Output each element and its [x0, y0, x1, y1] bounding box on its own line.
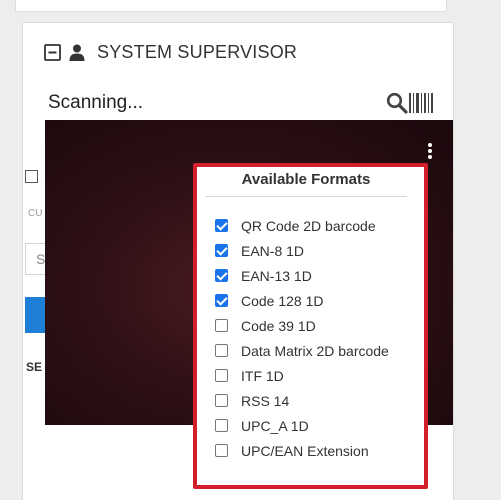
format-option[interactable]: EAN-8 1D: [215, 238, 420, 263]
barcode-icon[interactable]: [409, 93, 433, 113]
checkbox-unchecked[interactable]: [215, 444, 228, 457]
format-label: UPC_A 1D: [241, 417, 309, 434]
format-option[interactable]: UPC/EAN Extension: [215, 438, 420, 463]
checkbox-checked[interactable]: [215, 219, 228, 232]
format-label: UPC/EAN Extension: [241, 442, 369, 459]
format-option[interactable]: Code 128 1D: [215, 288, 420, 313]
format-list: QR Code 2D barcode EAN-8 1D EAN-13 1D Code …: [215, 213, 420, 463]
checkbox-checked[interactable]: [215, 269, 228, 282]
background-select[interactable]: S: [25, 243, 47, 275]
format-label: QR Code 2D barcode: [241, 217, 376, 234]
checkbox-unchecked[interactable]: [215, 419, 228, 432]
background-primary-button[interactable]: [25, 297, 45, 333]
background-select-value: S: [36, 251, 46, 267]
format-option[interactable]: Code 39 1D: [215, 313, 420, 338]
minus-square-icon[interactable]: [44, 43, 61, 61]
format-label: RSS 14: [241, 392, 290, 409]
format-option[interactable]: EAN-13 1D: [215, 263, 420, 288]
user-icon: [69, 44, 85, 61]
card-header: SYSTEM SUPERVISOR: [44, 38, 297, 66]
scanner-toolbar: Scanning...: [48, 90, 434, 118]
previous-card-edge: [15, 0, 447, 12]
format-label: Code 128 1D: [241, 292, 324, 309]
card-title: SYSTEM SUPERVISOR: [97, 41, 298, 62]
format-label: ITF 1D: [241, 367, 284, 384]
background-section-label: SE: [26, 360, 43, 374]
checkbox-checked[interactable]: [215, 294, 228, 307]
checkbox-unchecked[interactable]: [215, 319, 228, 332]
format-label: Data Matrix 2D barcode: [241, 342, 389, 359]
format-option[interactable]: QR Code 2D barcode: [215, 213, 420, 238]
checkbox-unchecked[interactable]: [215, 394, 228, 407]
available-formats-panel: Available Formats QR Code 2D barcode EAN-…: [197, 167, 424, 485]
background-field-label: CU: [28, 208, 43, 219]
checkbox-unchecked[interactable]: [215, 369, 228, 382]
format-label: EAN-8 1D: [241, 242, 305, 259]
scanning-status: Scanning...: [48, 92, 144, 113]
kebab-menu-icon[interactable]: [427, 143, 433, 160]
search-icon[interactable]: [386, 92, 408, 114]
panel-title: Available Formats: [205, 171, 407, 197]
format-option[interactable]: RSS 14: [215, 388, 420, 413]
format-option[interactable]: UPC_A 1D: [215, 413, 420, 438]
background-checkbox[interactable]: [25, 170, 38, 183]
checkbox-checked[interactable]: [215, 244, 228, 257]
checkbox-unchecked[interactable]: [215, 344, 228, 357]
format-option[interactable]: ITF 1D: [215, 363, 420, 388]
format-option[interactable]: Data Matrix 2D barcode: [215, 338, 420, 363]
format-label: EAN-13 1D: [241, 267, 312, 284]
format-label: Code 39 1D: [241, 317, 316, 334]
